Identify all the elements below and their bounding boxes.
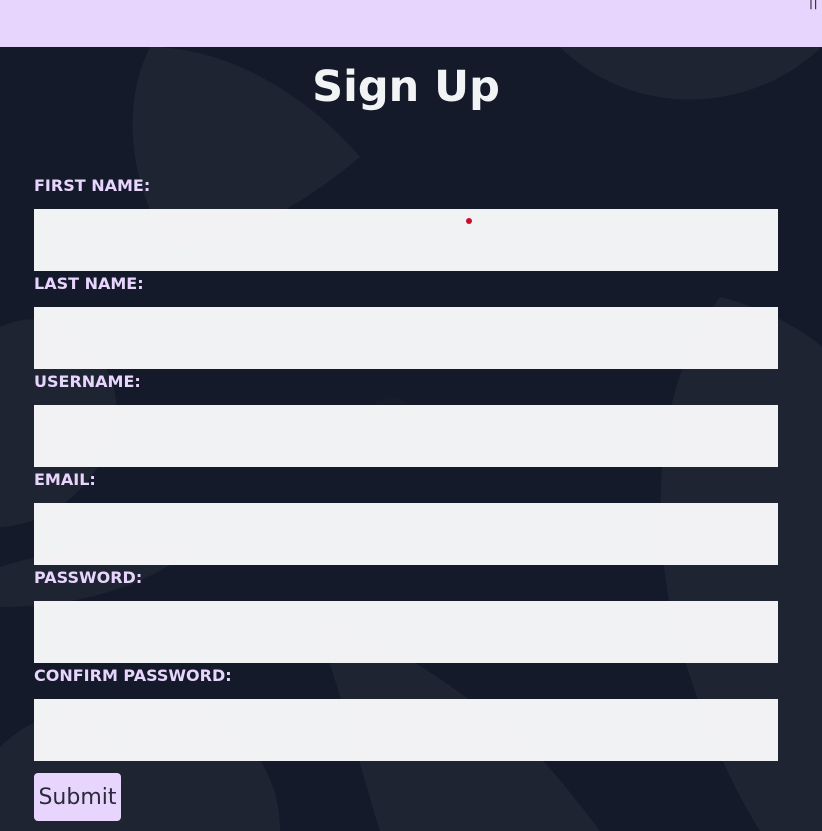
first-name-input[interactable]	[34, 209, 778, 271]
menu-icon[interactable]: ||	[809, 0, 818, 10]
first-name-field-group: FIRST NAME:	[34, 174, 778, 272]
first-name-label: FIRST NAME:	[34, 176, 151, 195]
last-name-field-group: LAST NAME:	[34, 272, 778, 370]
email-field-group: EMAIL:	[34, 468, 778, 566]
submit-button[interactable]: Submit	[34, 773, 121, 821]
last-name-input[interactable]	[34, 307, 778, 369]
confirm-password-input[interactable]	[34, 699, 778, 761]
password-input[interactable]	[34, 601, 778, 663]
cursor-dot	[466, 218, 472, 224]
last-name-label: LAST NAME:	[34, 274, 144, 293]
password-label: PASSWORD:	[34, 568, 143, 587]
email-label: EMAIL:	[34, 470, 96, 489]
password-field-group: PASSWORD:	[34, 566, 778, 664]
signup-form: FIRST NAME: LAST NAME: USERNAME: EMAIL: …	[34, 174, 778, 762]
top-bar: ||	[0, 0, 822, 47]
confirm-password-label: CONFIRM PASSWORD:	[34, 666, 232, 685]
page-title: Sign Up	[312, 62, 500, 112]
confirm-password-field-group: CONFIRM PASSWORD:	[34, 664, 778, 762]
username-input[interactable]	[34, 405, 778, 467]
username-field-group: USERNAME:	[34, 370, 778, 468]
username-label: USERNAME:	[34, 372, 141, 391]
email-input[interactable]	[34, 503, 778, 565]
